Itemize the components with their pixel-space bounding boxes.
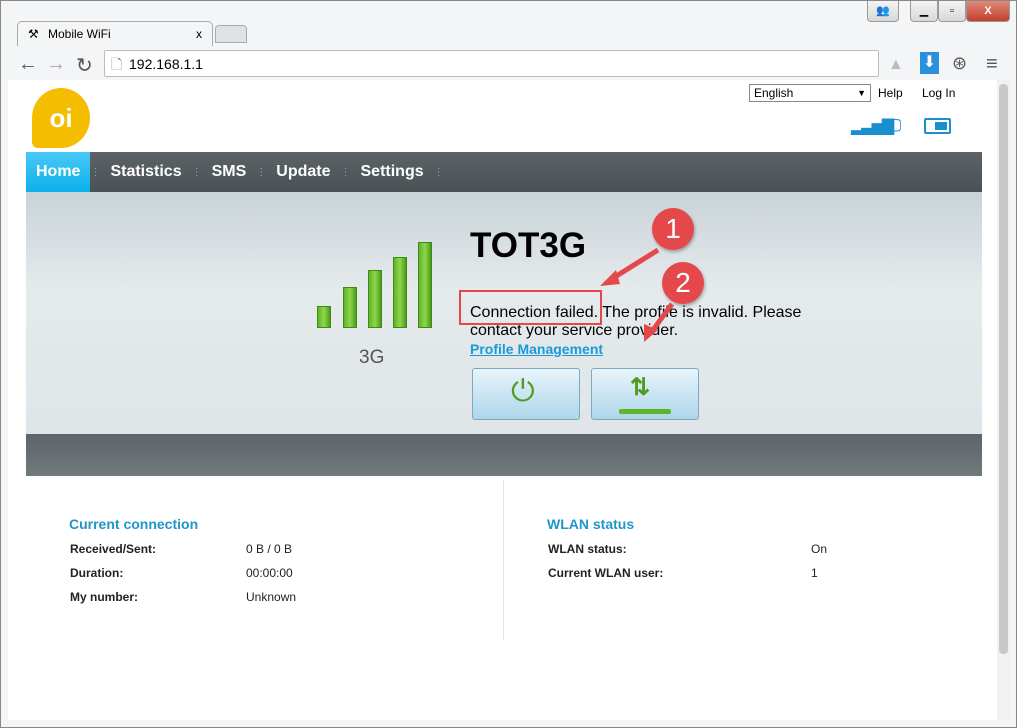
- divider: [503, 480, 504, 640]
- status-panel: 3G TOT3G Connection failed. The profile …: [26, 192, 982, 434]
- signal-bar: [343, 287, 357, 328]
- new-tab-button[interactable]: [215, 25, 247, 43]
- status-footer: [26, 434, 982, 476]
- wlan-status-title: WLAN status: [547, 516, 635, 532]
- nav-update[interactable]: Update: [266, 152, 340, 192]
- tools-icon: ⚒: [28, 27, 39, 41]
- nav-statistics[interactable]: Statistics: [100, 152, 191, 192]
- url-text: 192.168.1.1: [129, 56, 203, 72]
- signal-bar: [393, 257, 407, 328]
- nav-sms[interactable]: SMS: [202, 152, 257, 192]
- signal-bars: [317, 242, 437, 328]
- nav-home[interactable]: Home: [26, 152, 91, 192]
- up-down-arrows-icon: ⇅: [630, 374, 651, 401]
- minimize-button[interactable]: ▁: [910, 1, 938, 22]
- film-icon[interactable]: ⊛: [952, 53, 967, 74]
- main-nav: Home ⋮ Statistics ⋮ SMS ⋮ Update ⋮ Settings ⋮: [26, 152, 982, 192]
- browser-tab[interactable]: ⚒ Mobile WiFi x: [17, 21, 213, 47]
- signal-bar: [418, 242, 432, 328]
- network-type: 3G: [359, 347, 385, 368]
- scrollbar-thumb[interactable]: [999, 84, 1008, 654]
- profile-management-link[interactable]: Profile Management: [470, 341, 603, 357]
- tab-close-icon[interactable]: x: [196, 22, 202, 47]
- forward-icon[interactable]: →: [46, 53, 66, 76]
- language-select[interactable]: English ▼: [749, 84, 871, 102]
- router-page: oi English ▼ Help Log In ▂▃▅▇ 🖵 Home ⋮ Sta…: [8, 80, 997, 720]
- annotation-arrows: [600, 247, 675, 342]
- profile-button[interactable]: 👥: [867, 1, 899, 22]
- highlight-box: [459, 290, 602, 325]
- tab-title: Mobile WiFi: [48, 27, 111, 41]
- address-bar[interactable]: 🗋 192.168.1.1: [104, 50, 879, 77]
- download-icon[interactable]: ⬇: [920, 52, 939, 74]
- oi-logo: oi: [32, 88, 90, 148]
- reload-icon[interactable]: ↻: [76, 53, 93, 78]
- current-connection-title: Current connection: [69, 516, 199, 532]
- maximize-button[interactable]: ▫: [938, 1, 966, 22]
- login-link[interactable]: Log In: [922, 86, 955, 100]
- data-transfer-button[interactable]: ⇅: [591, 368, 699, 420]
- power-icon: ⏻: [511, 375, 535, 408]
- back-icon[interactable]: ←: [18, 53, 38, 76]
- battery-icon: [924, 118, 951, 134]
- scrollbar[interactable]: [997, 80, 1010, 720]
- network-name: TOT3G: [470, 226, 587, 265]
- signal-bar: [317, 306, 331, 328]
- close-window-button[interactable]: X: [966, 1, 1010, 22]
- help-link[interactable]: Help: [878, 86, 903, 100]
- wifi-device-icon: 🖵: [885, 116, 902, 135]
- drive-icon[interactable]: ▲: [888, 56, 904, 74]
- menu-icon[interactable]: ≡: [986, 53, 998, 76]
- signal-bar: [368, 270, 382, 328]
- page-icon: 🗋: [111, 56, 123, 72]
- connect-button[interactable]: ⏻: [472, 368, 580, 420]
- nav-settings[interactable]: Settings: [351, 152, 434, 192]
